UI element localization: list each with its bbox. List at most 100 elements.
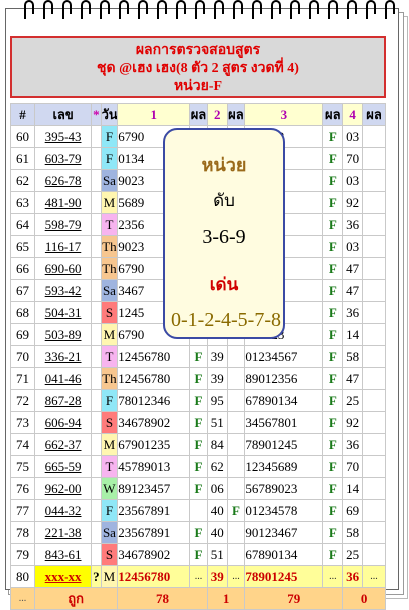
table-row: 78 221-38 Sa 23567891 F 40 90123467 F 58 (10, 521, 386, 544)
spiral-ring (100, 0, 110, 20)
row-number: 77 (10, 499, 35, 522)
row-number: 74 (10, 433, 35, 456)
row-lottery-number[interactable]: 044-32 (33, 499, 93, 522)
row-result-2 (226, 455, 246, 478)
row-formula-1: 12456780 (117, 345, 191, 368)
row-formula-2: 51 (206, 543, 228, 566)
spiral-ring (252, 0, 262, 20)
row-result-4 (362, 477, 386, 500)
row-formula-4: 58 (342, 521, 364, 544)
summary-formula-2: 1 (206, 587, 246, 610)
spiral-ring (347, 0, 357, 20)
row-formula-3: 89012356 (244, 367, 324, 390)
row-lottery-number[interactable]: 665-59 (33, 455, 93, 478)
prediction-popup: หน่วย ดับ 3-6-9 เด่น 0-1-2-4-5-7-8 (163, 128, 285, 339)
summary-formula-3: 79 (244, 587, 344, 610)
row-number: 79 (10, 543, 35, 566)
row-star (91, 477, 102, 500)
spiral-ring (176, 0, 186, 20)
row-formula-4: 14 (342, 477, 364, 500)
row-formula-3: 01234567 (244, 345, 324, 368)
row-lottery-number[interactable]: 503-89 (33, 323, 93, 346)
row-lottery-number[interactable]: 481-90 (33, 191, 93, 214)
pending-result-2: ... (226, 565, 246, 588)
row-lottery-number[interactable]: 606-94 (33, 411, 93, 434)
popup-lead-label: เด่น (209, 275, 239, 294)
spiral-ring (233, 0, 243, 20)
spiral-ring (138, 0, 148, 20)
pending-formula-2: 39 (206, 565, 228, 588)
summary-row: ... ถูก 78 1 79 0 (10, 587, 386, 610)
summary-dots: ... (10, 587, 35, 610)
row-result-3: F (322, 367, 344, 390)
table-row: 75 665-59 T 45789013 F 62 12345689 F 70 (10, 455, 386, 478)
row-formula-2: 06 (206, 477, 228, 500)
row-star (91, 235, 102, 258)
row-lottery-number[interactable]: 843-61 (33, 543, 93, 566)
pending-lottery-number: xxx-xx (33, 565, 93, 588)
row-result-4 (362, 301, 386, 324)
row-lottery-number[interactable]: 504-31 (33, 301, 93, 324)
spiral-binding (0, 0, 409, 22)
row-star (91, 389, 102, 412)
pending-formula-1: 12456780 (117, 565, 191, 588)
row-result-1: F (189, 367, 208, 390)
row-lottery-number[interactable]: 598-79 (33, 213, 93, 236)
row-result-3: F (322, 279, 344, 302)
row-formula-4: 03 (342, 235, 364, 258)
row-formula-2: 40 (206, 521, 228, 544)
row-lottery-number[interactable]: 041-46 (33, 367, 93, 390)
row-result-2 (226, 521, 246, 544)
row-lottery-number[interactable]: 867-28 (33, 389, 93, 412)
row-number: 75 (10, 455, 35, 478)
row-number: 63 (10, 191, 35, 214)
col-header-formula-1: 1 (117, 103, 191, 126)
table-row: 74 662-37 M 67901235 F 84 78901245 F 36 (10, 433, 386, 456)
row-result-1: F (189, 543, 208, 566)
row-star (91, 125, 102, 148)
row-lottery-number[interactable]: 690-60 (33, 257, 93, 280)
row-formula-4: 47 (342, 257, 364, 280)
row-lottery-number[interactable]: 116-17 (33, 235, 93, 258)
row-number: 68 (10, 301, 35, 324)
row-lottery-number[interactable]: 221-38 (33, 521, 93, 544)
pending-row-number: 80 (10, 565, 35, 588)
row-star (91, 323, 102, 346)
row-formula-2: 62 (206, 455, 228, 478)
row-lottery-number[interactable]: 593-42 (33, 279, 93, 302)
spiral-ring (366, 0, 376, 20)
row-formula-1: 23567891 (117, 521, 191, 544)
col-header-result-4: ผล (362, 103, 386, 126)
row-lottery-number[interactable]: 603-79 (33, 147, 93, 170)
row-formula-4: 36 (342, 213, 364, 236)
row-result-3: F (322, 433, 344, 456)
row-lottery-number[interactable]: 395-43 (33, 125, 93, 148)
row-result-3: F (322, 411, 344, 434)
row-formula-4: 69 (342, 499, 364, 522)
row-result-3: F (322, 301, 344, 324)
popup-dead-label: ดับ (213, 191, 235, 210)
row-day: S (100, 543, 119, 566)
summary-label: ถูก (33, 587, 119, 610)
row-formula-4: 25 (342, 389, 364, 412)
table-row: 79 843-61 S 34678902 F 51 67890134 F 25 (10, 543, 386, 566)
row-result-4 (362, 389, 386, 412)
row-lottery-number[interactable]: 626-78 (33, 169, 93, 192)
row-lottery-number[interactable]: 962-00 (33, 477, 93, 500)
row-formula-4: 14 (342, 323, 364, 346)
row-result-1: F (189, 455, 208, 478)
row-lottery-number[interactable]: 336-21 (33, 345, 93, 368)
row-result-3: F (322, 169, 344, 192)
row-result-4 (362, 147, 386, 170)
row-result-2 (226, 367, 246, 390)
row-result-1: F (189, 345, 208, 368)
col-header-formula-2: 2 (206, 103, 228, 126)
row-formula-1: 23567891 (117, 499, 191, 522)
row-formula-3: 67890134 (244, 389, 324, 412)
row-result-2: F (226, 499, 246, 522)
row-lottery-number[interactable]: 662-37 (33, 433, 93, 456)
row-result-3: F (322, 345, 344, 368)
row-result-4 (362, 235, 386, 258)
row-formula-3: 90123467 (244, 521, 324, 544)
row-number: 64 (10, 213, 35, 236)
